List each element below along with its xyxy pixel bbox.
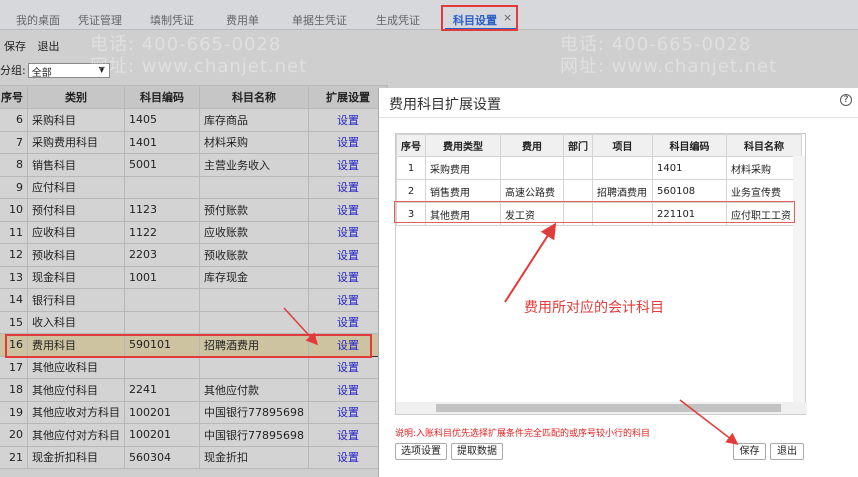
- annotation-arrows: [283, 222, 739, 445]
- arrow-icon: [679, 399, 739, 445]
- arrow-icon: [504, 222, 557, 303]
- arrow-icon: [283, 307, 319, 346]
